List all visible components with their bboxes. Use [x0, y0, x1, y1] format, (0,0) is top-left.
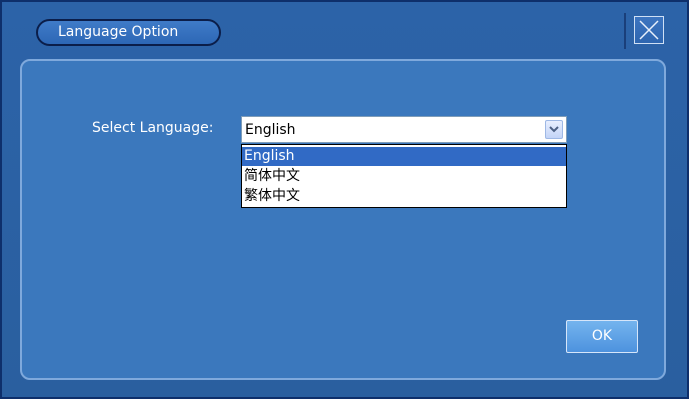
ok-button[interactable]: OK [566, 320, 638, 353]
language-dropdown-list: English 简体中文 繁体中文 [241, 144, 567, 208]
close-icon [639, 20, 659, 40]
select-language-label: Select Language: [92, 120, 214, 136]
window-title: Language Option [36, 19, 221, 46]
language-option-english[interactable]: English [242, 147, 566, 166]
language-select[interactable]: English [241, 116, 567, 143]
title-separator [624, 13, 626, 49]
language-select-value: English [245, 122, 296, 138]
language-dropdown-button[interactable] [545, 120, 563, 139]
chevron-down-icon [549, 126, 559, 133]
close-button[interactable] [634, 16, 664, 44]
language-option-traditional-chinese[interactable]: 繁体中文 [242, 187, 566, 206]
language-option-simplified-chinese[interactable]: 简体中文 [242, 167, 566, 186]
